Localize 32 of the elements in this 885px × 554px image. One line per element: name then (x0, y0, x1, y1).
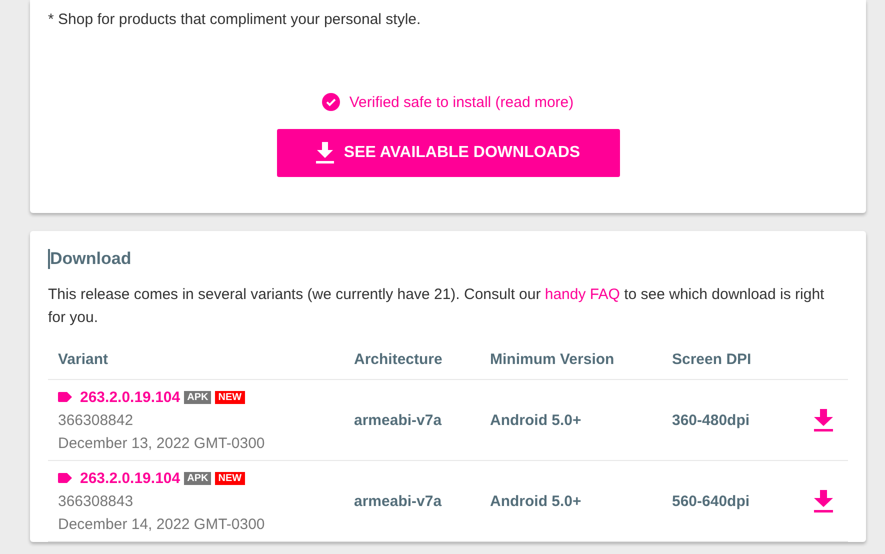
column-header: Variant (48, 351, 344, 380)
download-icon[interactable] (814, 490, 833, 512)
version-link[interactable]: 263.2.0.19.104 (80, 386, 180, 408)
column-header: Screen DPI (662, 351, 788, 380)
version-code: 366308842 (58, 410, 134, 430)
description-line: * Shop for products that compliment your personal style. (48, 10, 422, 30)
dpi-cell: 560-640dpi (672, 492, 750, 510)
file-badge: APK (184, 390, 212, 404)
download-icon (316, 142, 334, 164)
intro-text: This release comes in several variants (we currently have 21). Consult our handy FAQ to see which download is right for you. (48, 285, 826, 328)
download-icon[interactable] (814, 408, 833, 432)
tag-icon (58, 392, 72, 402)
min-version-cell: Android 5.0+ (490, 412, 582, 428)
tag-icon (58, 473, 72, 483)
verified-link[interactable]: Verified safe to install (read more) (322, 93, 574, 111)
column-header: Minimum Version (480, 351, 662, 380)
check-circle-icon (322, 93, 340, 111)
release-date: December 13, 2022 GMT-0300 (58, 434, 265, 454)
section-title: Download (48, 249, 132, 269)
min-version-cell: Android 5.0+ (490, 492, 582, 510)
see-downloads-button[interactable]: SEE AVAILABLE DOWNLOADS (276, 129, 620, 177)
file-badge: APK (184, 472, 212, 484)
architecture-cell: armeabi-v7a (354, 492, 442, 510)
dpi-cell: 360-480dpi (672, 412, 750, 428)
version-link[interactable]: 263.2.0.19.104 (80, 466, 180, 490)
architecture-cell: armeabi-v7a (354, 412, 442, 428)
release-date: December 14, 2022 GMT-0300 (58, 514, 265, 534)
file-badge: NEW (215, 390, 245, 404)
file-badge: NEW (215, 472, 245, 484)
faq-link[interactable]: handy FAQ (544, 286, 620, 303)
version-code: 366308843 (58, 492, 134, 512)
column-header: Architecture (344, 351, 480, 380)
